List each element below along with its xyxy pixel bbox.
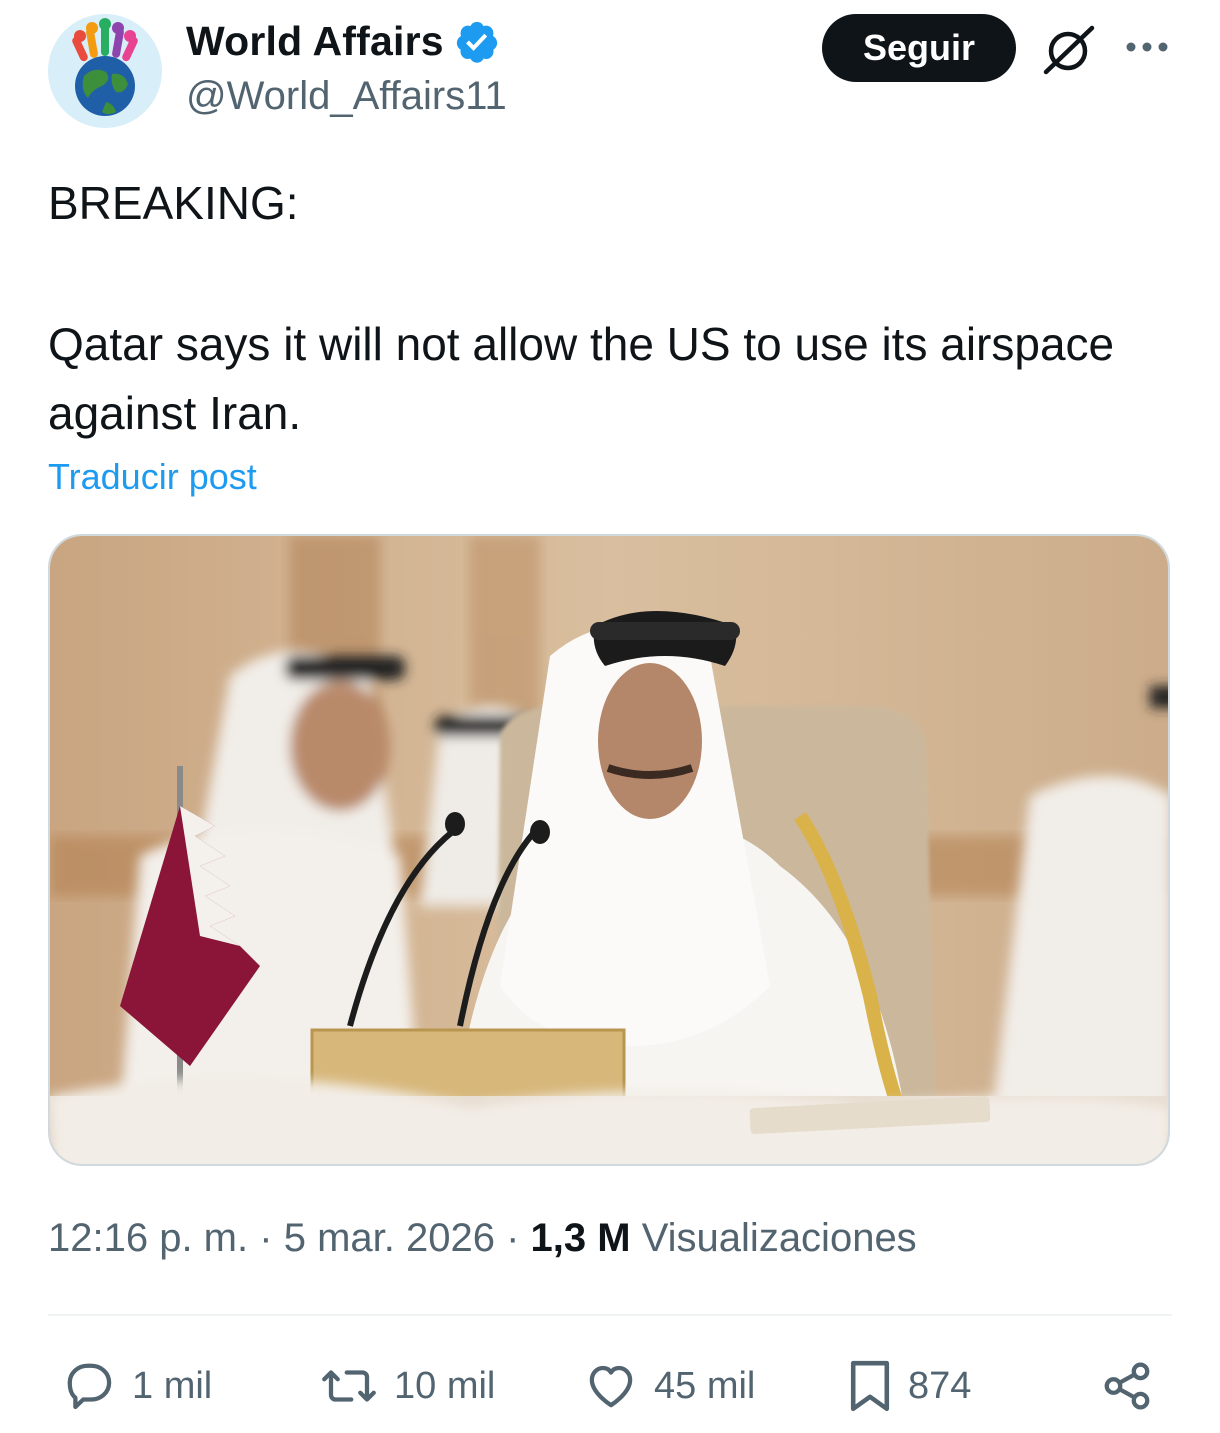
repost-count: 10 mil [394,1364,496,1407]
more-options-icon[interactable] [1124,32,1170,62]
divider [48,1314,1172,1316]
display-name[interactable]: World Affairs [186,18,444,65]
grok-icon[interactable] [1040,24,1096,76]
post-meta: 12:16 p. m. · 5 mar. 2026 · 1,3 M Visual… [48,1216,917,1261]
post-body: Qatar says it will not allow the US to u… [48,318,1115,439]
post-image[interactable] [48,534,1170,1166]
verified-badge-icon[interactable] [454,19,500,65]
repost-icon [322,1370,376,1402]
bookmark-button[interactable]: 874 [846,1354,971,1418]
bookmark-count: 874 [908,1364,972,1407]
avatar-globe-hands-image [48,14,162,128]
reply-count: 1 mil [132,1364,213,1407]
account-handle[interactable]: @World_Affairs11 [186,74,507,119]
like-button[interactable]: 45 mil [582,1354,755,1418]
share-icon [1104,1362,1150,1410]
post-time[interactable]: 12:16 p. m. [48,1216,248,1260]
heart-icon [589,1365,633,1408]
account-name-row[interactable]: World Affairs [186,18,500,65]
like-count: 45 mil [654,1364,756,1407]
views-count: 1,3 M [530,1216,631,1260]
share-button[interactable] [1100,1354,1154,1418]
bookmark-icon [850,1360,890,1412]
repost-button[interactable]: 10 mil [318,1354,495,1418]
reply-button[interactable]: 1 mil [62,1354,212,1418]
views-label: Visualizaciones [641,1216,917,1260]
post-date[interactable]: 5 mar. 2026 [284,1216,495,1260]
meta-separator: · [259,1216,273,1260]
avatar[interactable] [48,14,162,128]
translate-post-link[interactable]: Traducir post [48,456,257,498]
post-headline: BREAKING: [48,177,299,229]
meta-separator: · [506,1216,520,1260]
reply-icon [67,1363,112,1410]
post-photo-illustration [50,536,1168,1164]
follow-button[interactable]: Seguir [822,14,1016,82]
